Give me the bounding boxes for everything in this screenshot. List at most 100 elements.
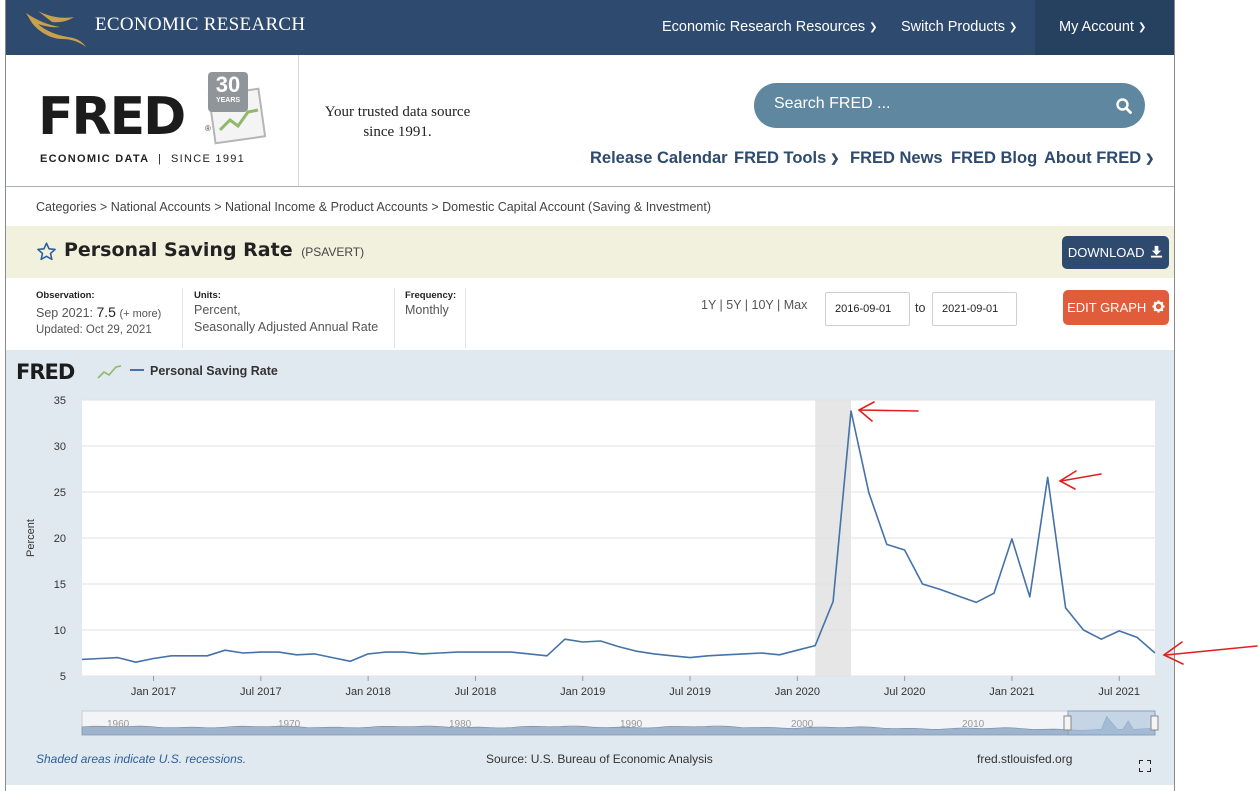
header: FRED ® 30 YEARS ECONOMIC DATA | SINCE 19… xyxy=(6,55,1174,187)
meta-divider xyxy=(182,288,183,348)
top-bar: ECONOMIC RESEARCH Economic Research Reso… xyxy=(6,0,1174,55)
observation-row: Sep 2021: 7.5 (+ more) xyxy=(36,304,161,323)
observation-label: Observation: xyxy=(36,290,95,301)
x-tick-label: Jul 2020 xyxy=(884,686,926,698)
x-tick-label: Jan 2020 xyxy=(775,686,820,698)
nav-label: Switch Products xyxy=(901,19,1005,35)
graph-panel: FRED Personal Saving Rate 5 10 15 20 25 30 35 Per… xyxy=(6,350,1174,785)
tagline: Your trusted data source since 1991. xyxy=(324,104,471,140)
chevron-down-icon: ❯ xyxy=(1008,22,1018,33)
updated-date: Updated: Oct 29, 2021 xyxy=(36,324,152,336)
navigator-year-label: 2000 xyxy=(791,719,814,730)
fullscreen-icon[interactable] xyxy=(1139,760,1151,772)
edit-graph-button[interactable]: EDIT GRAPH xyxy=(1063,290,1169,325)
series-id: (PSAVERT) xyxy=(301,245,365,259)
chevron-down-icon: ❯ xyxy=(869,22,878,33)
series-title-band: Personal Saving Rate (PSAVERT) DOWNLOAD xyxy=(6,226,1174,278)
star-icon[interactable] xyxy=(36,241,57,262)
x-tick-label: Jul 2021 xyxy=(1098,686,1140,698)
observation-value: 7.5 xyxy=(96,304,116,320)
recession-note: Shaded areas indicate U.S. recessions. xyxy=(36,752,247,766)
x-tick-label: Jul 2019 xyxy=(669,686,711,698)
frequency-label: Frequency: xyxy=(405,290,457,301)
chevron-down-icon: ❯ xyxy=(1145,153,1155,165)
search-input[interactable] xyxy=(774,95,1094,113)
annotation-arrow-latest xyxy=(1162,641,1258,665)
x-tick-label: Jan 2017 xyxy=(131,686,176,698)
series-title: Personal Saving Rate (PSAVERT) xyxy=(64,239,364,261)
x-tick-label: Jul 2018 xyxy=(455,686,497,698)
x-tick-label: Jan 2018 xyxy=(346,686,391,698)
frequency-value: Monthly xyxy=(405,303,449,317)
y-tick-label: 15 xyxy=(54,579,66,591)
y-tick-label: 5 xyxy=(60,671,66,683)
nav-fred-tools[interactable]: FRED Tools ❯ xyxy=(734,149,840,168)
chart[interactable]: FRED Personal Saving Rate 5 10 15 20 25 30 35 Per… xyxy=(6,350,1174,750)
breadcrumb[interactable]: Categories > National Accounts > Nationa… xyxy=(36,200,711,214)
end-date-input[interactable]: 2021-09-01 xyxy=(932,292,1017,326)
my-account-menu[interactable]: My Account ❯ xyxy=(1035,0,1174,55)
chevron-down-icon: ❯ xyxy=(1137,22,1147,33)
range-shortcuts[interactable]: 1Y | 5Y | 10Y | Max xyxy=(701,298,807,312)
site-url[interactable]: fred.stlouisfed.org xyxy=(977,752,1072,766)
nav-about-fred[interactable]: About FRED ❯ xyxy=(1044,149,1154,168)
download-button[interactable]: DOWNLOAD xyxy=(1062,236,1169,269)
observation-more-link[interactable]: (+ more) xyxy=(119,308,161,320)
nav-economic-research-resources[interactable]: Economic Research Resources ❯ xyxy=(662,19,877,35)
nav-fred-blog[interactable]: FRED Blog xyxy=(951,149,1037,168)
y-tick-label: 10 xyxy=(54,625,66,637)
nav-switch-products[interactable]: Switch Products ❯ xyxy=(901,19,1017,35)
meta-divider xyxy=(465,288,466,348)
gear-icon xyxy=(1152,300,1165,313)
badge-number: 30 xyxy=(215,72,241,97)
nav-label: About FRED xyxy=(1044,149,1142,167)
series-title-text: Personal Saving Rate xyxy=(64,239,293,261)
observation-date: Sep 2021: xyxy=(36,306,93,320)
economic-research-brand[interactable]: ECONOMIC RESEARCH xyxy=(95,14,305,36)
units-line1: Percent, xyxy=(194,303,241,317)
fred-sub-economic-data: ECONOMIC DATA xyxy=(40,153,150,165)
units-label: Units: xyxy=(194,290,221,301)
badge-label: YEARS xyxy=(215,97,241,104)
fred-chart-logo-icon xyxy=(97,365,122,379)
header-divider xyxy=(298,55,299,186)
download-label: DOWNLOAD xyxy=(1067,245,1145,260)
nav-my-account[interactable]: My Account ❯ xyxy=(1059,19,1146,35)
navigator-handle-right[interactable] xyxy=(1150,715,1159,731)
legend-label: Personal Saving Rate xyxy=(150,364,278,378)
navigator-year-label: 1960 xyxy=(107,719,130,730)
start-date-input[interactable]: 2016-09-01 xyxy=(825,292,910,326)
edit-graph-label: EDIT GRAPH xyxy=(1067,300,1147,315)
fred-chart-logo: FRED xyxy=(16,360,75,384)
nav-label: My Account xyxy=(1059,19,1134,35)
nav-release-calendar[interactable]: Release Calendar xyxy=(590,149,728,168)
page: ECONOMIC RESEARCH Economic Research Reso… xyxy=(5,0,1175,791)
series-meta: Observation: Sep 2021: 7.5 (+ more) Upda… xyxy=(6,280,1174,350)
nav-fred-news[interactable]: FRED News xyxy=(850,149,943,168)
navigator-handle-left[interactable] xyxy=(1063,715,1072,731)
navigator-year-label: 1990 xyxy=(620,719,643,730)
fred-logo-subtitle: ECONOMIC DATA | SINCE 1991 xyxy=(40,153,246,165)
chevron-down-icon: ❯ xyxy=(830,153,840,165)
search-box[interactable] xyxy=(754,83,1145,128)
to-label: to xyxy=(915,301,926,315)
eagle-logo-icon[interactable] xyxy=(24,7,88,47)
nav-label: FRED Tools xyxy=(734,149,827,167)
y-tick-label: 25 xyxy=(54,487,66,499)
navigator-year-label: 2010 xyxy=(962,719,985,730)
y-tick-label: 20 xyxy=(54,533,66,545)
y-axis-label: Percent xyxy=(25,519,37,557)
fred-logo[interactable]: FRED xyxy=(38,91,186,143)
y-tick-label: 30 xyxy=(54,441,66,453)
y-tick-label: 35 xyxy=(54,395,66,407)
x-tick-label: Jan 2019 xyxy=(560,686,605,698)
download-icon xyxy=(1151,245,1163,258)
navigator-selection xyxy=(1067,710,1156,736)
units-line2: Seasonally Adjusted Annual Rate xyxy=(194,320,379,334)
search-icon[interactable] xyxy=(1115,97,1133,115)
x-tick-label: Jul 2017 xyxy=(240,686,282,698)
meta-divider xyxy=(394,288,395,348)
nav-label: Economic Research Resources xyxy=(662,19,866,35)
navigator-year-label: 1980 xyxy=(449,719,472,730)
source-text: Source: U.S. Bureau of Economic Analysis xyxy=(486,752,713,766)
